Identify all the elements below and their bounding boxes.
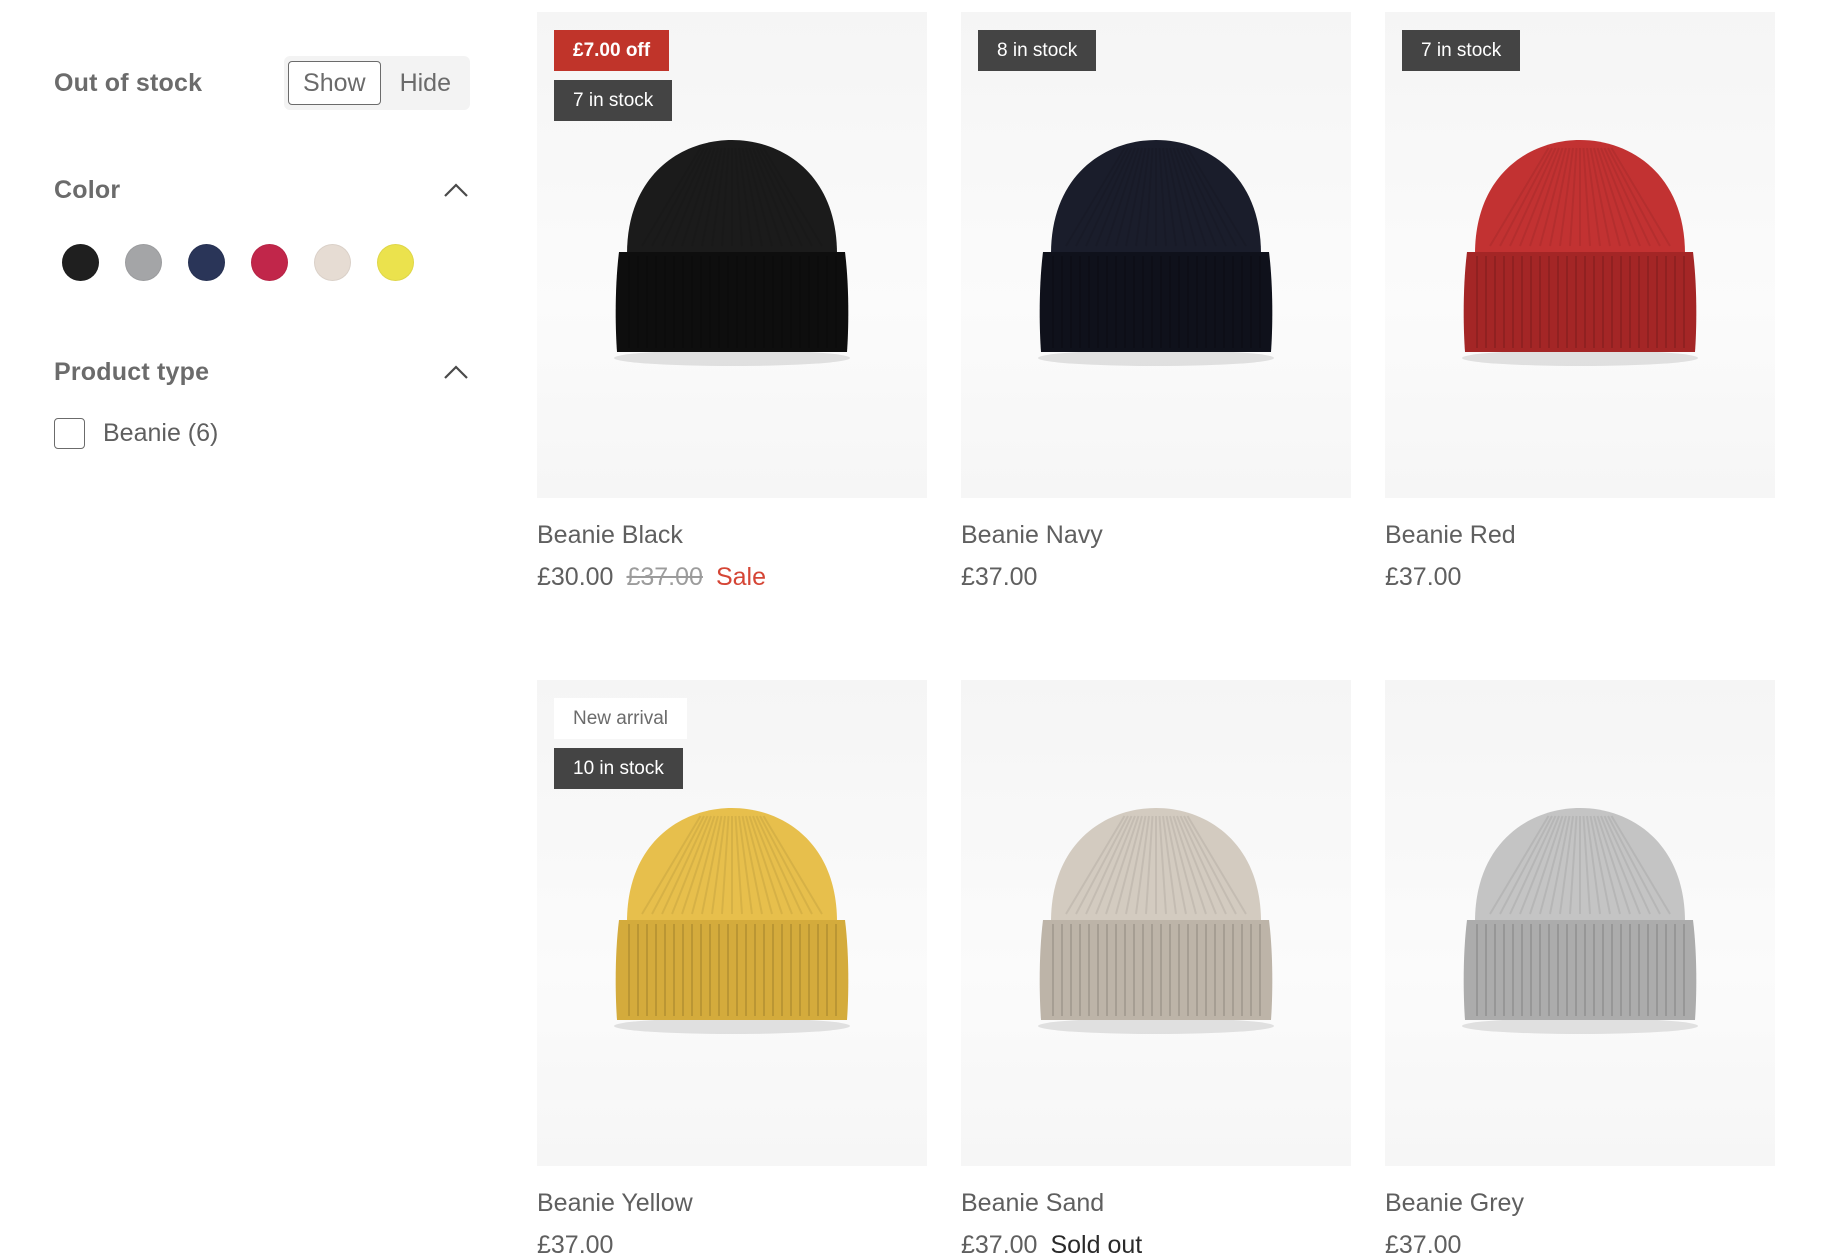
out-of-stock-filter: Out of stock Show Hide [54,56,470,110]
product-image[interactable]: £7.00 off 7 in stock [537,12,927,498]
color-filter-header[interactable]: Color [54,170,470,210]
product-price: £37.00 [1385,563,1462,591]
color-filter-label: Color [54,175,121,204]
product-type-filter: Product type Beanie (6) [54,352,470,449]
product-card[interactable]: 7 in stock Beanie Red £37.00 [1385,12,1775,592]
product-card[interactable]: £7.00 off 7 in stock Beanie Black £30.00 £37… [537,12,927,592]
color-swatch-navy[interactable] [188,244,225,281]
color-swatch-grey[interactable] [125,244,162,281]
beanie-checkbox[interactable] [54,418,85,449]
product-price: £37.00 [1385,1231,1462,1255]
color-swatch-sand[interactable] [314,244,351,281]
out-of-stock-toggle: Show Hide [284,56,470,110]
color-filter: Color [54,170,470,281]
product-price: £37.00 [961,563,1038,591]
product-card[interactable]: Beanie Grey £37.00 [1385,680,1775,1255]
product-card[interactable]: Beanie Sand £37.00 Sold out [961,680,1351,1255]
product-image[interactable]: New arrival 10 in stock [537,680,927,1166]
product-price: £37.00 [537,1231,614,1255]
product-badges: £7.00 off 7 in stock [554,30,673,121]
beanie-icon [614,808,850,1034]
product-price-row: £37.00 [1385,563,1775,592]
new-badge: New arrival [554,698,688,739]
product-price-row: £37.00 Sold out [961,1231,1351,1255]
product-image[interactable] [961,680,1351,1166]
stock-badge: 7 in stock [554,80,673,121]
product-title[interactable]: Beanie Grey [1385,1189,1775,1218]
product-card[interactable]: New arrival 10 in stock Beanie Yellow £37.0… [537,680,927,1255]
color-swatches [54,244,470,281]
beanie-icon [614,140,850,366]
product-badges: 7 in stock [1402,30,1521,71]
product-title[interactable]: Beanie Navy [961,521,1351,550]
beanie-icon [1462,140,1698,366]
show-button[interactable]: Show [288,61,381,105]
compare-price: £37.00 [626,563,703,591]
product-price: £37.00 [961,1231,1038,1255]
product-image[interactable]: 7 in stock [1385,12,1775,498]
product-price-row: £30.00 £37.00 Sale [537,563,927,592]
product-price-row: £37.00 [1385,1231,1775,1255]
product-type-header[interactable]: Product type [54,352,470,392]
product-card[interactable]: 8 in stock Beanie Navy £37.00 [961,12,1351,592]
product-badges: 8 in stock [978,30,1097,71]
product-title[interactable]: Beanie Red [1385,521,1775,550]
sold-out-label: Sold out [1050,1231,1143,1255]
product-type-option[interactable]: Beanie (6) [54,418,470,449]
chevron-up-icon[interactable] [442,176,470,204]
product-type-label: Product type [54,357,210,386]
chevron-up-icon[interactable] [442,358,470,386]
product-price-row: £37.00 [537,1231,927,1255]
product-price: £30.00 [537,563,614,591]
beanie-icon [1038,808,1274,1034]
color-swatch-yellow[interactable] [377,244,414,281]
stock-badge: 10 in stock [554,748,683,789]
beanie-icon [1462,808,1698,1034]
color-swatch-red[interactable] [251,244,288,281]
collection-page: Out of stock Show Hide Color Product typ… [0,0,1827,1255]
stock-badge: 8 in stock [978,30,1097,71]
product-title[interactable]: Beanie Sand [961,1189,1351,1218]
sale-label: Sale [715,563,766,591]
color-swatch-black[interactable] [62,244,99,281]
product-badges: New arrival 10 in stock [554,698,688,789]
beanie-icon [1038,140,1274,366]
beanie-option-label: Beanie (6) [103,419,219,447]
hide-button[interactable]: Hide [385,61,466,105]
product-title[interactable]: Beanie Black [537,521,927,550]
product-image[interactable]: 8 in stock [961,12,1351,498]
stock-badge: 7 in stock [1402,30,1521,71]
product-price-row: £37.00 [961,563,1351,592]
product-title[interactable]: Beanie Yellow [537,1189,927,1218]
out-of-stock-label: Out of stock [54,68,203,97]
product-image[interactable] [1385,680,1775,1166]
sale-badge: £7.00 off [554,30,670,71]
